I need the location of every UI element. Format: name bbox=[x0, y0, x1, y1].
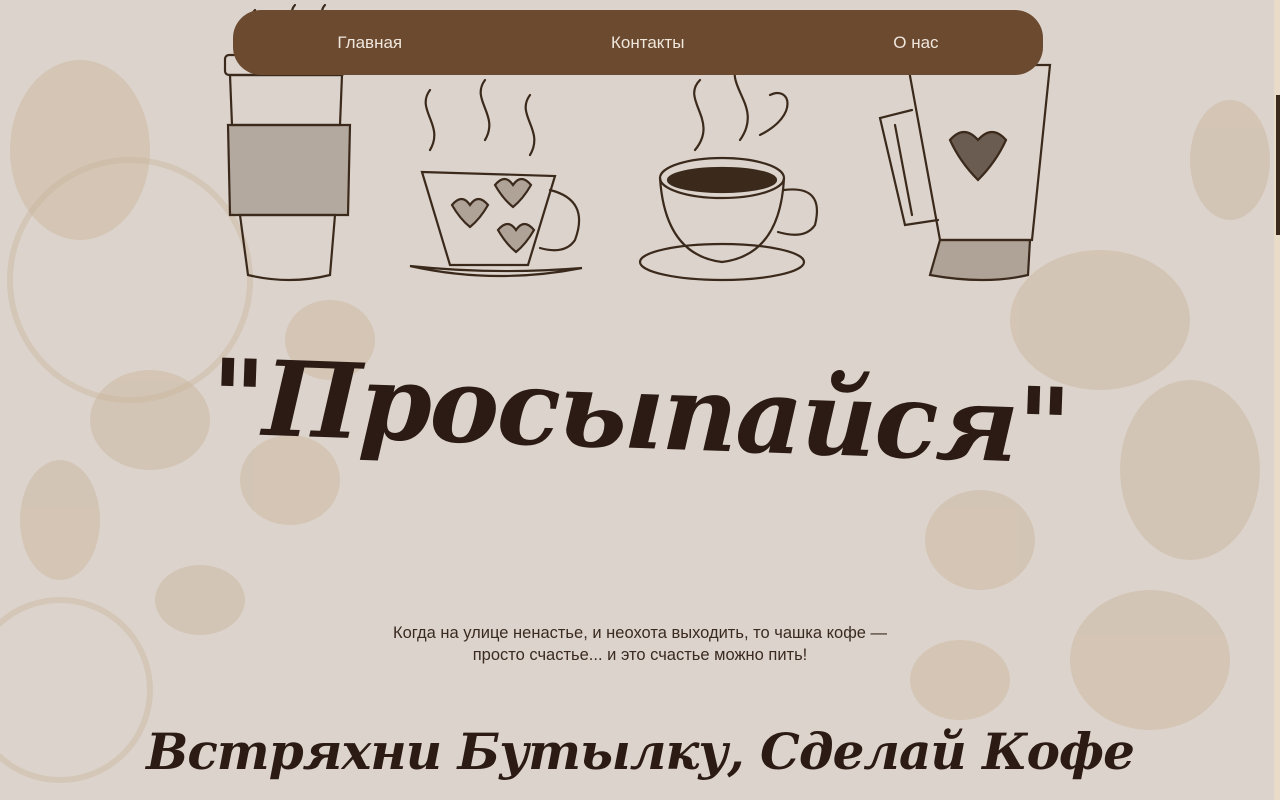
scrollbar[interactable] bbox=[1274, 0, 1280, 800]
nav-item-contacts[interactable]: Контакты bbox=[611, 33, 684, 53]
coffee-cup-icon bbox=[638, 58, 819, 282]
hero-description-line-2: просто счастье... и это счастье можно пи… bbox=[472, 646, 808, 664]
glass-mug-icon bbox=[878, 63, 1052, 282]
hero-description-line-1: Когда на улице ненастье, и неохота выход… bbox=[392, 624, 888, 642]
hero-slogan: Встряхни Бутылку, Сделай Кофе bbox=[146, 722, 1135, 781]
main-navigation: Главная Контакты О нас bbox=[233, 10, 1043, 75]
heart-cup-icon bbox=[409, 78, 583, 278]
nav-item-home[interactable]: Главная bbox=[337, 33, 402, 53]
hero-description: Когда на улице ненастье, и неохота выход… bbox=[340, 622, 940, 666]
scrollbar-thumb[interactable] bbox=[1276, 95, 1280, 235]
nav-item-about[interactable]: О нас bbox=[893, 33, 938, 53]
